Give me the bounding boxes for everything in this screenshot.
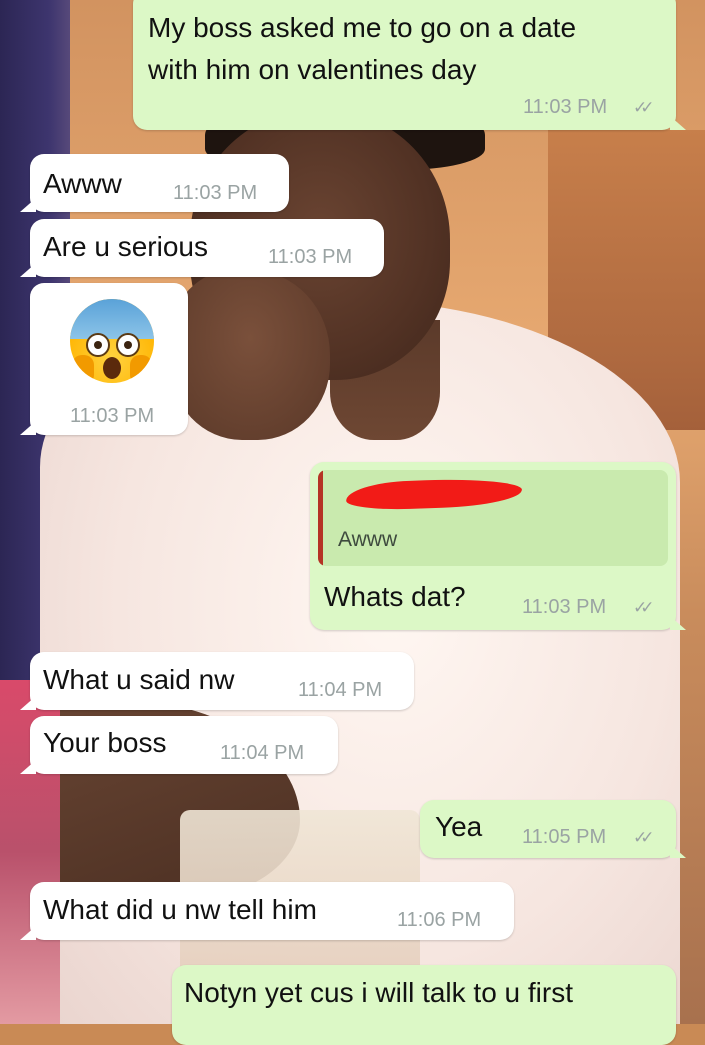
message-timestamp: 11:04 PM (298, 679, 383, 701)
message-bubble-incoming[interactable]: Are u serious 11:03 PM (20, 219, 384, 277)
message-text: Awww (43, 168, 122, 199)
quote-accent-bar (318, 470, 323, 566)
message-timestamp: 11:06 PM (397, 909, 482, 931)
message-text: with him on valentines day (148, 54, 477, 85)
double-check-icon: ✓✓ (633, 828, 654, 848)
message-timestamp: 11:04 PM (220, 742, 305, 764)
message-text: Notyn yet cus i will talk to u first (184, 977, 574, 1008)
message-bubble-outgoing[interactable]: Yea 11:05 PM ✓✓ (420, 800, 686, 858)
message-bubble-outgoing[interactable]: My boss asked me to go on a date with hi… (133, 0, 686, 130)
message-bubble-incoming[interactable]: What u said nw 11:04 PM (20, 652, 414, 710)
message-bubble-incoming[interactable]: What did u nw tell him 11:06 PM (20, 882, 514, 940)
double-check-icon: ✓✓ (633, 598, 654, 618)
message-bubble-incoming[interactable]: 11:03 PM (20, 283, 188, 435)
message-timestamp: 11:03 PM (523, 96, 608, 118)
message-bubble-outgoing[interactable]: Notyn yet cus i will talk to u first (172, 965, 676, 1045)
message-timestamp: 11:03 PM (70, 405, 155, 427)
double-check-icon: ✓✓ (633, 98, 654, 118)
quoted-message-text: Awww (338, 528, 398, 551)
message-text: My boss asked me to go on a date (148, 12, 577, 43)
redacted-author-name (345, 476, 523, 512)
message-timestamp: 11:03 PM (522, 596, 607, 618)
message-timestamp: 11:03 PM (173, 182, 258, 204)
message-bubble-outgoing[interactable]: Awww Whats dat? 11:03 PM ✓✓ (310, 462, 686, 630)
message-text: Yea (435, 811, 483, 842)
message-timestamp: 11:05 PM (522, 826, 607, 848)
message-text: Your boss (43, 727, 167, 758)
message-text: What u said nw (43, 664, 235, 695)
message-text: Whats dat? (324, 581, 466, 612)
message-bubble-incoming[interactable]: Your boss 11:04 PM (20, 716, 338, 774)
message-timestamp: 11:03 PM (268, 246, 353, 268)
message-bubble-incoming[interactable]: Awww 11:03 PM (20, 154, 289, 212)
message-text: Are u serious (43, 231, 208, 262)
quoted-reply[interactable]: Awww (318, 470, 668, 566)
message-text: What did u nw tell him (43, 894, 317, 925)
screaming-in-fear-emoji-icon (70, 299, 154, 383)
